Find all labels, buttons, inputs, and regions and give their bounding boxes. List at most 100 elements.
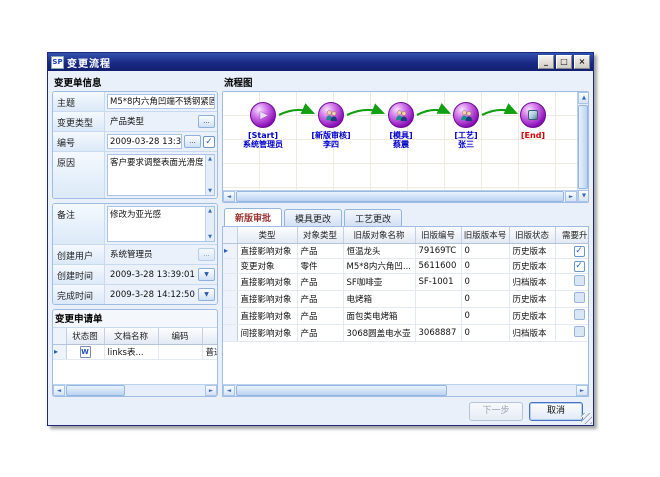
next-button[interactable]: 下一步 [469,402,523,421]
scroll-down-icon[interactable]: ▼ [578,190,589,202]
flow-vscrollbar[interactable]: ▲ ▼ [577,92,588,202]
node-label-line1: [工艺] [454,131,477,140]
cell-oldver: 0 [461,291,509,308]
left-panel-title: 变更单信息 [52,74,218,91]
field-row-finish-time: 完成时间 2009-3-28 14:12:50 ▼ [53,285,217,304]
grid-row[interactable]: 直接影响对象 产品 SF咖啡壶 SF-1001 0 归档版本 SF咖 [223,274,588,291]
flow-node-process[interactable]: [工艺]张三 [436,102,496,149]
number-label: 编号 [53,132,105,151]
grid-col-oldno[interactable]: 旧版编号 [415,227,461,244]
scroll-up-icon[interactable]: ▲ [578,92,589,104]
scroll-down-icon[interactable]: ▼ [208,188,212,194]
upgrade-checkbox[interactable]: ✓ [574,246,585,257]
scroll-left-icon[interactable]: ◄ [223,191,235,202]
field-row-reason: 原因 客户要求调整表面光滑度 ▲ ▼ [53,152,217,198]
grid-row[interactable]: 间接影响对象 产品 3068圆盖电水壶 3068887 0 归档版本 [223,325,588,342]
grid-col-upgrade[interactable]: 需要升版 [555,227,588,244]
creator-label: 创建用户 [53,245,105,264]
scroll-right-icon[interactable]: ► [576,385,588,396]
window-title: 变更流程 [67,55,535,70]
request-col-docname[interactable]: 文档名称 [104,328,158,345]
title-bar[interactable]: SP 变更流程 _ □ × [48,53,593,71]
create-time-input[interactable]: 2009-3-28 13:39:01 [107,267,196,282]
change-process-dialog: SP 变更流程 _ □ × 变更单信息 主题 M5*8内六角凹端不锈钢紧固螺钉 … [47,52,594,426]
scroll-down-icon[interactable]: ▼ [208,234,212,240]
scroll-left-icon[interactable]: ◄ [53,385,65,396]
upgrade-checkbox[interactable]: ✓ [574,261,585,272]
request-table-row[interactable]: ▸ W links表... 普通 [53,345,217,360]
flow-node-review[interactable]: [新版审核]李四 [301,102,361,149]
tab-new-version-approval[interactable]: 新版审批 [224,208,282,226]
scroll-left-icon[interactable]: ◄ [223,385,235,396]
grid-row[interactable]: 直接影响对象 产品 面包类电烤箱 0 历史版本 [223,308,588,325]
request-col-status[interactable]: 状态图 [66,328,104,345]
grid-row[interactable]: 变更对象 零件 M5*8内六角凹... 5611600 0 历史版本 ✓ M5*… [223,259,588,274]
cell-oldno: 3068887 [415,325,461,342]
change-type-browse-button[interactable]: ... [198,115,215,128]
reason-textarea[interactable]: 客户要求调整表面光滑度 ▲ ▼ [107,154,215,196]
upgrade-checkbox[interactable] [574,292,585,303]
field-row-subject: 主题 M5*8内六角凹端不锈钢紧固螺钉 [53,92,217,112]
maximize-button[interactable]: □ [556,55,572,69]
cell-oldstatus: 历史版本 [509,291,555,308]
grid-col-oldver[interactable]: 旧版版本号 [461,227,509,244]
request-col-extra[interactable] [202,328,217,345]
tab-process-change[interactable]: 工艺更改 [344,209,402,226]
flow-node-mold[interactable]: [模具]蔡震 [371,102,431,149]
grid-row[interactable]: ▸ 直接影响对象 产品 恒温龙头 79169TC 0 历史版本 ✓ [223,244,588,259]
grid-col-objtype[interactable]: 对象类型 [297,227,343,244]
cell-objtype: 零件 [297,259,343,274]
finish-time-label: 完成时间 [53,285,105,304]
scroll-up-icon[interactable]: ▲ [208,156,212,162]
scroll-right-icon[interactable]: ► [205,385,217,396]
request-col-code[interactable]: 编码 [158,328,202,345]
number-input[interactable]: 2009-03-28 13:39:01 [107,134,182,149]
flow-hscrollbar[interactable]: ◄ ► [223,190,577,202]
flow-node-end[interactable]: [End] [503,102,563,140]
request-list-hscrollbar[interactable]: ◄ ► [53,384,217,396]
app-icon: SP [51,56,64,69]
field-row-create-time: 创建时间 2009-3-28 13:39:01 ▼ [53,265,217,285]
minimize-button[interactable]: _ [538,55,554,69]
flow-canvas[interactable]: ▶ [Start]系统管理员 [223,92,577,190]
cell-objtype: 产品 [297,244,343,259]
users-icon [388,102,414,128]
subject-input[interactable]: M5*8内六角凹端不锈钢紧固螺钉 [107,94,215,109]
upgrade-checkbox[interactable] [574,275,585,286]
reason-scrollbar[interactable]: ▲ ▼ [205,155,214,195]
finish-time-input[interactable]: 2009-3-28 14:12:50 [107,287,196,302]
cell-type: 直接影响对象 [237,308,297,325]
impact-objects-grid: 类型 对象类型 旧版对象名称 旧版编号 旧版版本号 旧版状态 需要升版 新版 ▸… [222,226,589,397]
scroll-right-icon[interactable]: ► [565,191,577,202]
cancel-button[interactable]: 取消 [529,402,583,421]
flow-node-start[interactable]: ▶ [Start]系统管理员 [233,102,293,149]
number-browse-button[interactable]: ... [184,135,201,148]
grid-col-type[interactable]: 类型 [237,227,297,244]
upgrade-checkbox[interactable] [574,326,585,337]
upgrade-checkbox[interactable] [574,309,585,320]
grid-row[interactable]: 直接影响对象 产品 电烤箱 0 历史版本 [223,291,588,308]
finish-time-dropdown-button[interactable]: ▼ [198,288,215,301]
change-type-input[interactable]: 产品类型 [107,114,196,129]
creator-browse-button[interactable]: ... [198,248,215,261]
grid-hscrollbar[interactable]: ◄ ► [223,384,588,396]
number-checkbox[interactable]: ✓ [203,136,215,148]
cell-type: 变更对象 [237,259,297,274]
creator-input[interactable]: 系统管理员 [107,247,196,262]
grid-col-oldname[interactable]: 旧版对象名称 [343,227,415,244]
basic-fields-group: 主题 M5*8内六角凹端不锈钢紧固螺钉 变更类型 产品类型 ... 编号 200… [52,91,218,199]
cell-oldver: 0 [461,274,509,291]
close-button[interactable]: × [574,55,590,69]
tab-mold-change[interactable]: 模具更改 [284,209,342,226]
cell-oldno: SF-1001 [415,274,461,291]
reason-text: 客户要求调整表面光滑度 [110,158,204,168]
field-row-number: 编号 2009-03-28 13:39:01 ... ✓ [53,132,217,152]
resize-grip[interactable] [581,413,592,424]
node-label-line2: 系统管理员 [243,140,283,149]
grid-col-oldstatus[interactable]: 旧版状态 [509,227,555,244]
remark-textarea[interactable]: 修改为亚光感 ▲ ▼ [107,206,215,242]
scroll-up-icon[interactable]: ▲ [208,208,212,214]
create-time-dropdown-button[interactable]: ▼ [198,268,215,281]
node-label-line1: [End] [521,131,545,140]
remark-scrollbar[interactable]: ▲ ▼ [205,207,214,241]
